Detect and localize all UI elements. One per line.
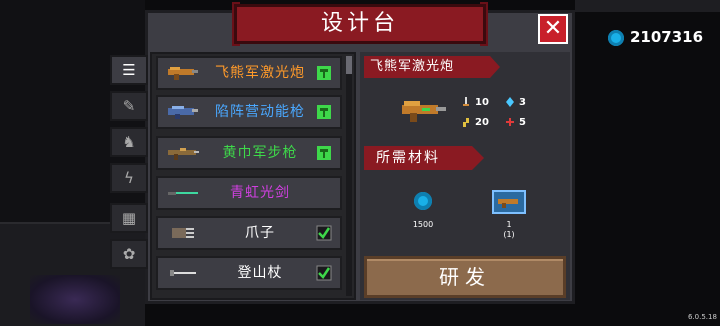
list-item[interactable]: 飞熊军激光炮 xyxy=(156,56,342,90)
background-glow xyxy=(30,275,120,324)
item-name: 登山杖 xyxy=(237,265,283,281)
tab-armor[interactable]: ♞ xyxy=(110,127,148,157)
kinetic-gun-icon xyxy=(168,106,198,119)
list-scrollbar[interactable] xyxy=(346,56,352,296)
claw-icon xyxy=(172,228,194,238)
laser-cannon-icon xyxy=(402,101,446,122)
list-item[interactable]: 青虹光剑 xyxy=(156,176,342,210)
tab-energy[interactable]: ϟ xyxy=(110,163,148,193)
list-item[interactable]: 爪子 xyxy=(156,216,342,250)
item-name: 黄巾军步枪 xyxy=(222,145,298,161)
item-name: 爪子 xyxy=(245,225,275,241)
tab-pets[interactable]: ✿ xyxy=(110,239,148,269)
hammer-icon xyxy=(317,146,331,160)
lightning-icon: ϟ xyxy=(124,169,134,187)
page-title: 设计台 xyxy=(234,4,486,44)
material-qty: 1 xyxy=(506,220,512,229)
check-icon xyxy=(316,225,332,241)
materials-banner: 所需材料 xyxy=(364,146,484,170)
energy-stat: 3 xyxy=(519,97,526,108)
walking-stick-icon xyxy=(170,270,196,276)
hammer-icon xyxy=(317,105,331,119)
close-button[interactable]: ✕ xyxy=(538,14,568,44)
damage-stat: 10 xyxy=(475,97,489,108)
list-item[interactable]: 登山杖 xyxy=(156,256,342,290)
item-name: 青虹光剑 xyxy=(230,185,290,201)
gem-coin-icon xyxy=(608,30,624,46)
currency-count: 2107316 xyxy=(630,28,704,46)
gem-coin-icon xyxy=(414,192,432,210)
item-name: 飞熊军激光炮 xyxy=(215,65,305,81)
research-button[interactable]: 研发 xyxy=(364,256,566,298)
energy-icon xyxy=(506,97,514,107)
hammer-icon xyxy=(317,66,331,80)
weapon-name-banner: 飞熊军激光炮 xyxy=(364,56,500,78)
tab-all[interactable]: ☰ xyxy=(110,55,148,85)
accuracy-icon xyxy=(506,118,514,126)
crit-icon xyxy=(463,118,469,127)
weapon-part-icon xyxy=(498,199,518,208)
list-item[interactable]: 陷阵营动能枪 xyxy=(156,95,342,129)
scrollbar-thumb[interactable] xyxy=(346,56,352,74)
crit-stat: 20 xyxy=(475,117,489,128)
armor-icon: ♞ xyxy=(122,133,136,151)
material-qty: 1500 xyxy=(412,220,434,229)
damage-icon xyxy=(463,97,469,106)
check-icon xyxy=(316,265,332,281)
version-label: 6.0.5.18 xyxy=(688,313,717,321)
melee-weapon-icon: ✎ xyxy=(122,97,136,115)
weapon-part-icon xyxy=(492,190,526,214)
rifle-icon xyxy=(168,148,199,160)
list-item[interactable]: 黄巾军步枪 xyxy=(156,136,342,170)
furniture-icon: ▦ xyxy=(121,209,137,227)
light-sword-icon xyxy=(168,192,198,195)
laser-cannon-icon xyxy=(168,67,198,80)
item-name: 陷阵营动能枪 xyxy=(215,104,305,120)
tab-furniture[interactable]: ▦ xyxy=(110,203,148,233)
list-icon: ☰ xyxy=(122,61,136,79)
accuracy-stat: 5 xyxy=(519,117,526,128)
background-wall xyxy=(575,0,720,12)
material-owned: (1) xyxy=(503,230,515,239)
pet-icon: ✿ xyxy=(122,245,136,263)
tab-melee[interactable]: ✎ xyxy=(110,91,148,121)
